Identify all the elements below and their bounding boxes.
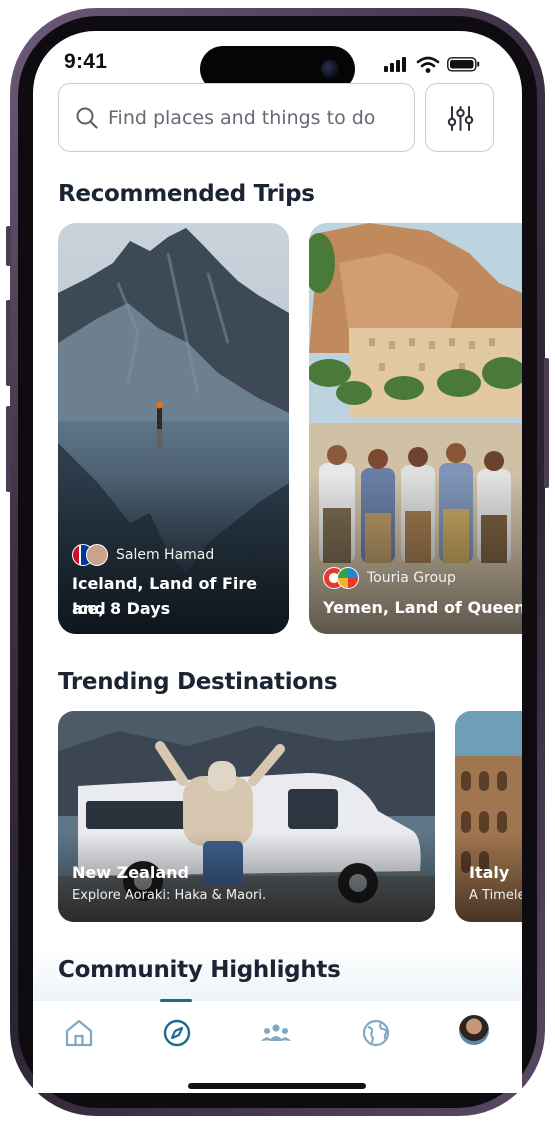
trip-card-yemen[interactable]: Touria Group Yemen, Land of Queens [309, 223, 522, 634]
community-icon[interactable] [256, 1013, 296, 1053]
avatar [86, 544, 108, 566]
bottom-nav [33, 1000, 522, 1093]
compass-icon[interactable] [157, 1013, 197, 1053]
action-button [6, 226, 11, 266]
active-tab-indicator [160, 999, 192, 1002]
home-icon[interactable] [59, 1013, 99, 1053]
profile-avatar[interactable] [459, 1015, 489, 1045]
wifi-icon [416, 56, 440, 73]
home-indicator[interactable] [188, 1083, 366, 1089]
host-name: Salem Hamad [116, 547, 215, 563]
group-logo-icon [337, 567, 359, 589]
globe-icon[interactable] [356, 1013, 396, 1053]
trip-title-line2: Ice, 8 Days [72, 599, 171, 618]
filter-button[interactable] [425, 83, 494, 152]
destination-card-italy[interactable]: Italy A Timele [455, 711, 522, 922]
signal-icon [384, 57, 406, 72]
status-icons [384, 56, 480, 73]
search-placeholder: Find places and things to do [108, 107, 376, 129]
search-input[interactable]: Find places and things to do [58, 83, 415, 152]
destination-name: Italy [469, 863, 510, 882]
host-row: Touria Group [323, 567, 456, 589]
sliders-icon [447, 106, 474, 131]
host-row: Salem Hamad [72, 544, 214, 566]
section-title-trending: Trending Destinations [58, 669, 338, 695]
section-title-recommended: Recommended Trips [58, 181, 315, 207]
power-button [544, 358, 549, 488]
trip-title-line1: Yemen, Land of Queens [323, 598, 522, 617]
status-time: 9:41 [64, 50, 108, 73]
search-icon [76, 107, 98, 129]
volume-up-button [6, 300, 11, 386]
destination-subtitle: A Timele [469, 888, 522, 903]
trip-card-iceland[interactable]: Salem Hamad Iceland, Land of Fire and Ic… [58, 223, 289, 634]
destination-card-new-zealand[interactable]: New Zealand Explore Aoraki: Haka & Maori… [58, 711, 435, 922]
volume-down-button [6, 406, 11, 492]
destination-subtitle: Explore Aoraki: Haka & Maori. [72, 888, 267, 903]
host-name: Touria Group [367, 570, 456, 586]
section-title-community: Community Highlights [58, 957, 341, 983]
destination-name: New Zealand [72, 863, 189, 882]
battery-icon [447, 57, 480, 72]
camera-icon [321, 60, 339, 78]
